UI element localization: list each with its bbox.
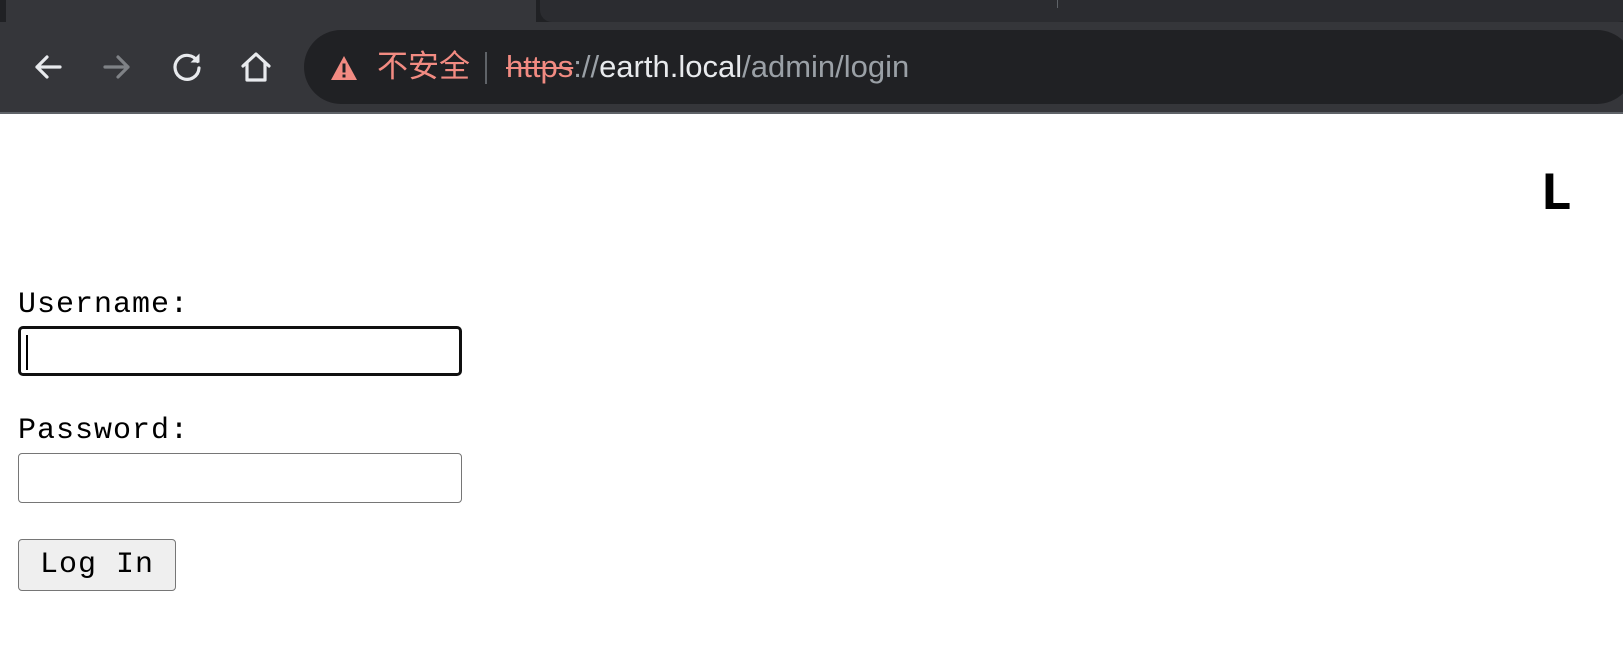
reload-icon — [173, 53, 201, 81]
back-button[interactable] — [26, 45, 70, 89]
page-content: L Username: Password: Log In — [0, 114, 1623, 667]
tab-strip — [0, 0, 1623, 22]
browser-toolbar: 不安全 https://earth.local/admin/login — [0, 22, 1623, 112]
text-caret — [26, 335, 28, 370]
security-status-label[interactable]: 不安全 — [377, 44, 470, 90]
tab-active[interactable] — [6, 0, 536, 22]
reload-button[interactable] — [165, 45, 209, 89]
url-scheme: https — [506, 49, 574, 84]
url-text[interactable]: https://earth.local/admin/login — [506, 44, 909, 90]
username-label: Username: — [18, 288, 190, 322]
password-input[interactable] — [18, 453, 462, 503]
home-button[interactable] — [234, 45, 278, 89]
tab-inactive[interactable] — [540, 0, 1623, 22]
tab-divider — [1057, 0, 1058, 8]
url-separator: :// — [573, 49, 600, 84]
arrow-right-icon — [103, 55, 130, 79]
browser-chrome: 不安全 https://earth.local/admin/login — [0, 0, 1623, 114]
arrow-left-icon — [35, 55, 62, 79]
username-input[interactable] — [18, 326, 462, 376]
forward-button[interactable] — [95, 45, 139, 89]
home-icon — [241, 52, 271, 82]
address-bar[interactable] — [304, 30, 1623, 104]
omnibox-divider — [485, 52, 487, 84]
page-heading: L — [1540, 165, 1573, 226]
login-button[interactable]: Log In — [18, 539, 176, 591]
url-path: /admin/login — [742, 49, 910, 84]
url-host: earth.local — [599, 49, 743, 84]
password-label: Password: — [18, 414, 190, 448]
warning-triangle-icon[interactable] — [330, 55, 358, 81]
